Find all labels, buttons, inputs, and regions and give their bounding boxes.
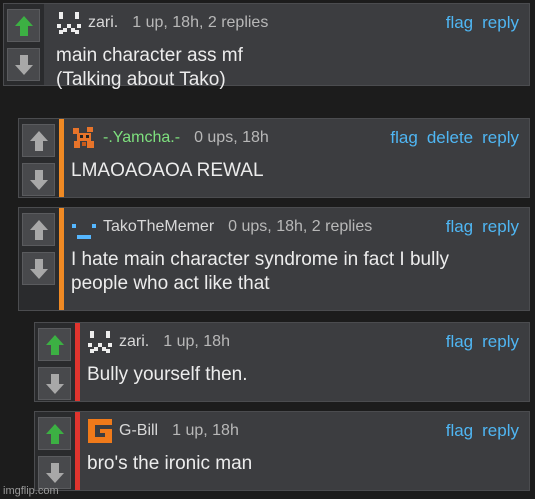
comment-body: bro's the ironic man — [87, 452, 519, 476]
upvote-arrow-icon — [29, 130, 48, 151]
reply-depth-bar — [75, 412, 80, 490]
upvote-arrow-icon — [45, 334, 64, 355]
vote-column — [35, 323, 75, 401]
comment-text-line: Bully yourself then. — [87, 364, 248, 385]
reply-depth-bar — [59, 208, 64, 310]
pixel-face-icon[interactable] — [87, 329, 113, 355]
delete-link[interactable]: delete — [427, 128, 473, 148]
comment-body: I hate main character syndrome in fact I… — [71, 248, 519, 296]
upvote-button[interactable] — [38, 328, 71, 361]
downvote-button[interactable] — [22, 163, 55, 196]
downvote-arrow-icon — [29, 258, 48, 279]
reply-link[interactable]: reply — [482, 128, 519, 148]
downvote-button[interactable] — [22, 252, 55, 285]
downvote-arrow-icon — [14, 54, 33, 75]
comment-text-line: people who act like that — [71, 273, 270, 294]
upvote-button[interactable] — [22, 124, 55, 157]
vote-column — [19, 208, 59, 310]
upvote-arrow-icon — [45, 423, 64, 444]
comment-body: LMAOAOAOA REWAL — [71, 159, 519, 183]
comment: G-Bill 1 up, 18h flag reply bro's the ir… — [34, 411, 530, 491]
comment-meta: 1 up, 18h, 2 replies — [132, 14, 269, 31]
comment-body: Bully yourself then. — [87, 363, 519, 387]
vote-column — [35, 412, 75, 490]
flag-link[interactable]: flag — [446, 421, 473, 441]
flag-link[interactable]: flag — [446, 217, 473, 237]
reply-link[interactable]: reply — [482, 421, 519, 441]
comment-text-line: main character ass mf — [56, 45, 243, 66]
username-link[interactable]: zari. — [88, 14, 118, 32]
upvote-arrow-icon — [14, 15, 33, 36]
comment-text-line: bro's the ironic man — [87, 453, 253, 474]
username-link[interactable]: G-Bill — [119, 422, 158, 440]
reply-depth-bar — [59, 119, 64, 197]
reply-link[interactable]: reply — [482, 13, 519, 33]
pixel-face-icon[interactable] — [56, 10, 82, 36]
comment: zari. 1 up, 18h, 2 replies flag reply ma… — [3, 3, 530, 90]
reply-link[interactable]: reply — [482, 217, 519, 237]
comment-body: main character ass mf (Talking about Tak… — [56, 44, 519, 92]
comment-meta: 0 ups, 18h — [194, 129, 269, 146]
pixel-dash-face-icon[interactable] — [71, 214, 97, 240]
vote-column — [19, 119, 59, 197]
comment: zari. 1 up, 18h flag reply Bully yoursel… — [34, 322, 530, 402]
upvote-button[interactable] — [22, 213, 55, 246]
upvote-button[interactable] — [7, 9, 40, 42]
comment-text-line: (Talking about Tako) — [56, 69, 226, 90]
comment: TakoTheMemer 0 ups, 18h, 2 replies flag … — [18, 207, 530, 311]
username-link[interactable]: -.Yamcha.- — [103, 129, 180, 147]
comment: -.Yamcha.- 0 ups, 18h flag delete reply … — [18, 118, 530, 198]
flag-link[interactable]: flag — [446, 13, 473, 33]
imgflip-watermark: imgflip.com — [3, 485, 59, 497]
comment-meta: 1 up, 18h — [163, 333, 230, 350]
reply-link[interactable]: reply — [482, 332, 519, 352]
username-link[interactable]: zari. — [119, 333, 149, 351]
downvote-arrow-icon — [45, 462, 64, 483]
username-link[interactable]: TakoTheMemer — [103, 218, 214, 236]
upvote-arrow-icon — [29, 219, 48, 240]
comment-text-line: I hate main character syndrome in fact I… — [71, 249, 450, 270]
pixel-creature-icon[interactable] — [71, 125, 97, 151]
reply-depth-bar — [75, 323, 80, 401]
flag-link[interactable]: flag — [390, 128, 417, 148]
orange-g-logo-icon[interactable] — [87, 418, 113, 444]
vote-column — [4, 4, 44, 85]
comment-text-line: LMAOAOAOA REWAL — [71, 160, 264, 181]
comment-meta: 1 up, 18h — [172, 422, 239, 439]
comment-meta: 0 ups, 18h, 2 replies — [228, 218, 373, 235]
flag-link[interactable]: flag — [446, 332, 473, 352]
downvote-arrow-icon — [45, 373, 64, 394]
downvote-button[interactable] — [7, 48, 40, 81]
upvote-button[interactable] — [38, 417, 71, 450]
downvote-arrow-icon — [29, 169, 48, 190]
downvote-button[interactable] — [38, 367, 71, 400]
